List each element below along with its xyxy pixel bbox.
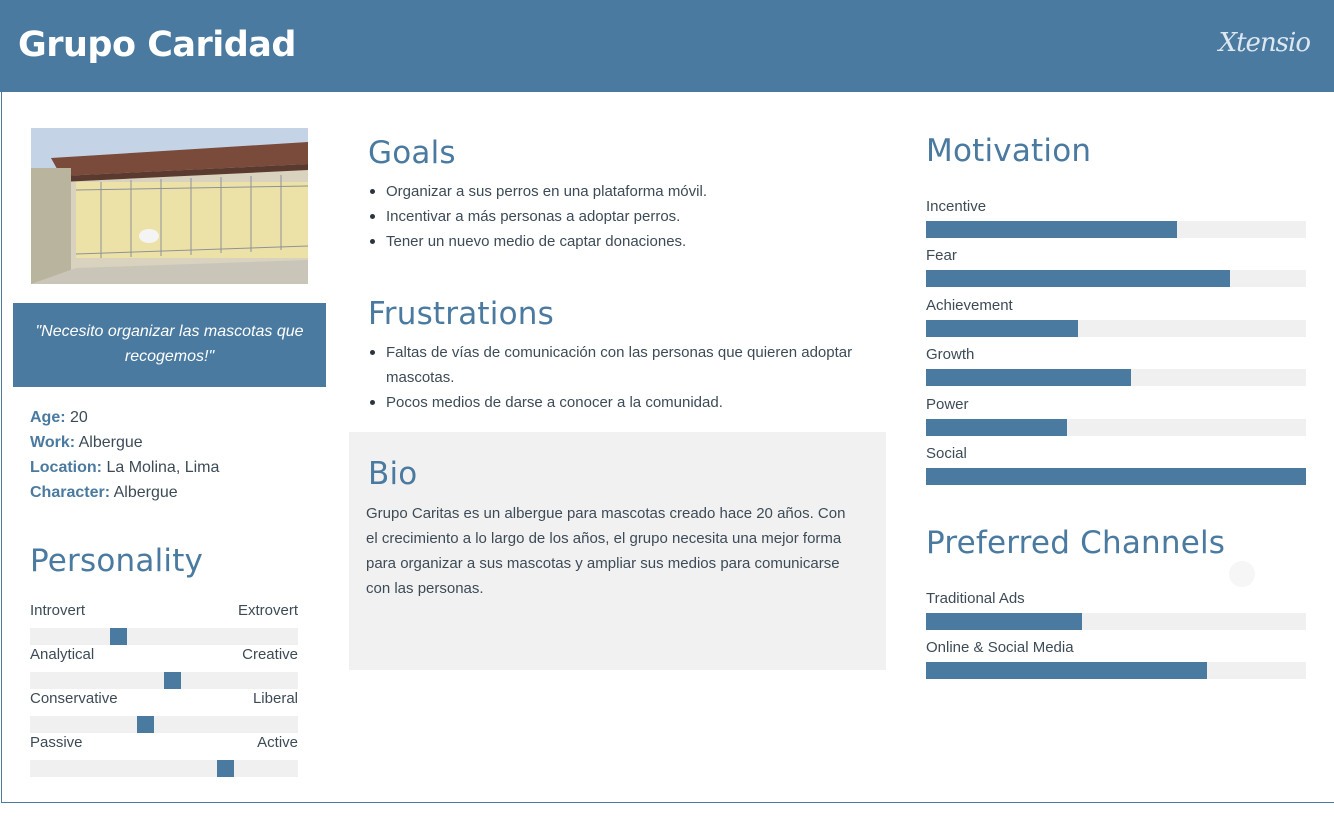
personality-scale-passive: Passive Active — [30, 734, 298, 777]
fact-age: Age: 20 — [30, 409, 88, 426]
bio-text[interactable]: Grupo Caritas es un albergue para mascot… — [366, 501, 861, 601]
meter-fill — [926, 662, 1208, 679]
scale-track[interactable] — [30, 760, 298, 777]
personality-scale-introvert: Introvert Extrovert — [30, 602, 298, 645]
motivation-title: Motivation — [926, 133, 1092, 169]
meter-label: Growth — [926, 346, 975, 363]
scale-right-label: Active — [257, 734, 298, 751]
header-bar: Grupo Caridad Xtensio — [0, 0, 1334, 92]
scale-left-label: Conservative — [30, 690, 118, 707]
persona-name[interactable]: Grupo Caridad — [18, 25, 296, 65]
list-item[interactable]: Pocos medios de darse a conocer a la com… — [368, 390, 873, 415]
meter-fill — [926, 221, 1177, 238]
list-item[interactable]: Tener un nuevo medio de captar donacione… — [368, 229, 878, 254]
meter-label: Fear — [926, 247, 957, 264]
scale-track[interactable] — [30, 672, 298, 689]
channel-traditional-ads: Traditional Ads — [926, 589, 1306, 630]
personality-title: Personality — [30, 543, 204, 579]
meter-track[interactable] — [926, 270, 1306, 287]
meter-label: Online & Social Media — [926, 639, 1074, 656]
persona-facts: Age: 20 Work: Albergue Location: La Moli… — [30, 405, 320, 505]
kennel-image — [31, 128, 308, 284]
frustrations-list: Faltas de vías de comunicación con las p… — [368, 340, 873, 415]
goals-list: Organizar a sus perros en una plataforma… — [368, 179, 878, 254]
motivation-incentive: Incentive — [926, 197, 1306, 238]
meter-label: Achievement — [926, 297, 1013, 314]
persona-quote: "Necesito organizar las mascotas que rec… — [13, 303, 326, 387]
personality-scale-analytical: Analytical Creative — [30, 646, 298, 689]
scale-knob[interactable] — [217, 760, 234, 777]
meter-label: Power — [926, 396, 969, 413]
scale-knob[interactable] — [137, 716, 154, 733]
scale-right-label: Extrovert — [237, 602, 298, 619]
meter-track[interactable] — [926, 468, 1306, 485]
list-item[interactable]: Faltas de vías de comunicación con las p… — [368, 340, 873, 390]
meter-track[interactable] — [926, 419, 1306, 436]
meter-fill — [926, 270, 1230, 287]
meter-fill — [926, 369, 1132, 386]
meter-label: Traditional Ads — [926, 590, 1025, 607]
meter-track[interactable] — [926, 613, 1306, 630]
channels-title: Preferred Channels — [926, 525, 1226, 561]
motivation-power: Power — [926, 395, 1306, 436]
meter-label: Social — [926, 445, 967, 462]
meter-label: Incentive — [926, 198, 987, 215]
brand-logo: Xtensio — [1218, 28, 1311, 58]
persona-photo[interactable] — [31, 128, 308, 284]
motivation-fear: Fear — [926, 246, 1306, 287]
scale-right-label: Liberal — [252, 690, 298, 707]
scale-knob[interactable] — [110, 628, 127, 645]
meter-fill — [926, 320, 1078, 337]
bio-title: Bio — [368, 456, 418, 492]
meter-fill — [926, 613, 1082, 630]
motivation-achievement: Achievement — [926, 296, 1306, 337]
frustrations-title: Frustrations — [368, 296, 554, 332]
meter-fill — [926, 468, 1306, 485]
motivation-social: Social — [926, 444, 1306, 485]
meter-track[interactable] — [926, 662, 1306, 679]
channel-online-social: Online & Social Media — [926, 638, 1306, 679]
faint-circle-icon — [1229, 561, 1255, 587]
fact-work: Work: Albergue — [30, 434, 143, 451]
personality-scale-conservative: Conservative Liberal — [30, 690, 298, 733]
scale-left-label: Introvert — [30, 602, 86, 619]
goals-title: Goals — [368, 135, 456, 171]
fact-character: Character: Albergue — [30, 484, 178, 501]
scale-right-label: Creative — [242, 646, 298, 663]
list-item[interactable]: Organizar a sus perros en una plataforma… — [368, 179, 878, 204]
scale-track[interactable] — [30, 716, 298, 733]
list-item[interactable]: Incentivar a más personas a adoptar perr… — [368, 204, 878, 229]
meter-track[interactable] — [926, 369, 1306, 386]
meter-track[interactable] — [926, 320, 1306, 337]
meter-track[interactable] — [926, 221, 1306, 238]
scale-left-label: Analytical — [30, 646, 95, 663]
scale-track[interactable] — [30, 628, 298, 645]
scale-left-label: Passive — [30, 734, 83, 751]
meter-fill — [926, 419, 1067, 436]
fact-location: Location: La Molina, Lima — [30, 459, 220, 476]
motivation-growth: Growth — [926, 345, 1306, 386]
scale-knob[interactable] — [164, 672, 181, 689]
